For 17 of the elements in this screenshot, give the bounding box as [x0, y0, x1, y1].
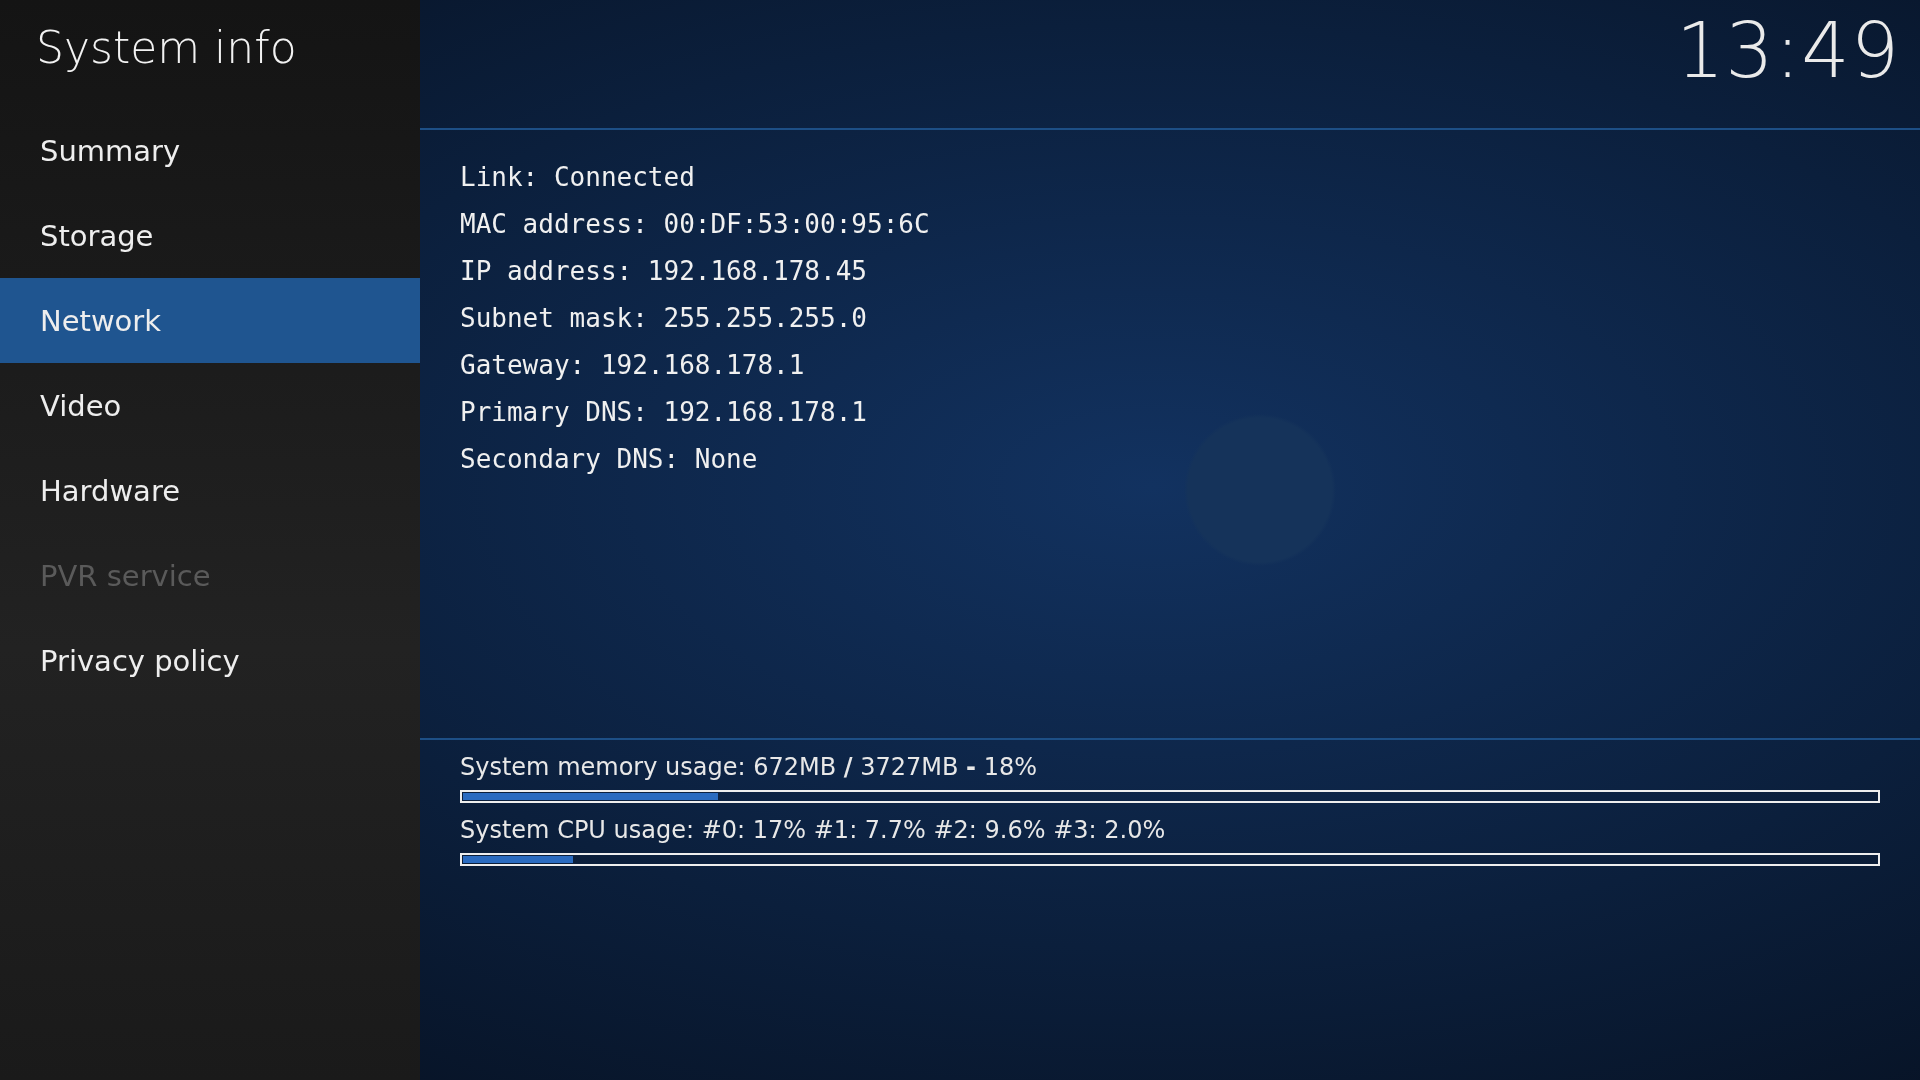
info-line: Gateway: 192.168.178.1 — [460, 349, 806, 382]
sidebar-item[interactable]: Hardware — [0, 448, 420, 533]
info-line: Subnet mask: 255.255.255.0 — [460, 302, 868, 335]
sidebar-item[interactable]: Summary — [0, 108, 420, 193]
sidebar-item[interactable]: Video — [0, 363, 420, 448]
info-line: IP address: 192.168.178.45 — [460, 255, 868, 288]
window-title: System info — [35, 21, 298, 75]
usage-label: System memory usage: 672MB / 3727MB - 18% — [460, 752, 1038, 783]
clock: 13:49 — [1675, 6, 1900, 95]
info-line: Link: Connected — [460, 161, 696, 194]
info-line: Primary DNS: 192.168.178.1 — [460, 396, 868, 429]
sidebar-item[interactable]: Storage — [0, 193, 420, 278]
sidebar-item[interactable]: Privacy policy — [0, 618, 420, 703]
info-line: Secondary DNS: None — [460, 443, 759, 476]
usage-label: System CPU usage: #0: 17% #1: 7.7% #2: 9.6% #3: 2.0% — [460, 815, 1167, 846]
sidebar-item[interactable]: Network — [0, 278, 420, 363]
info-line: MAC address: 00:DF:53:00:95:6C — [460, 208, 931, 241]
